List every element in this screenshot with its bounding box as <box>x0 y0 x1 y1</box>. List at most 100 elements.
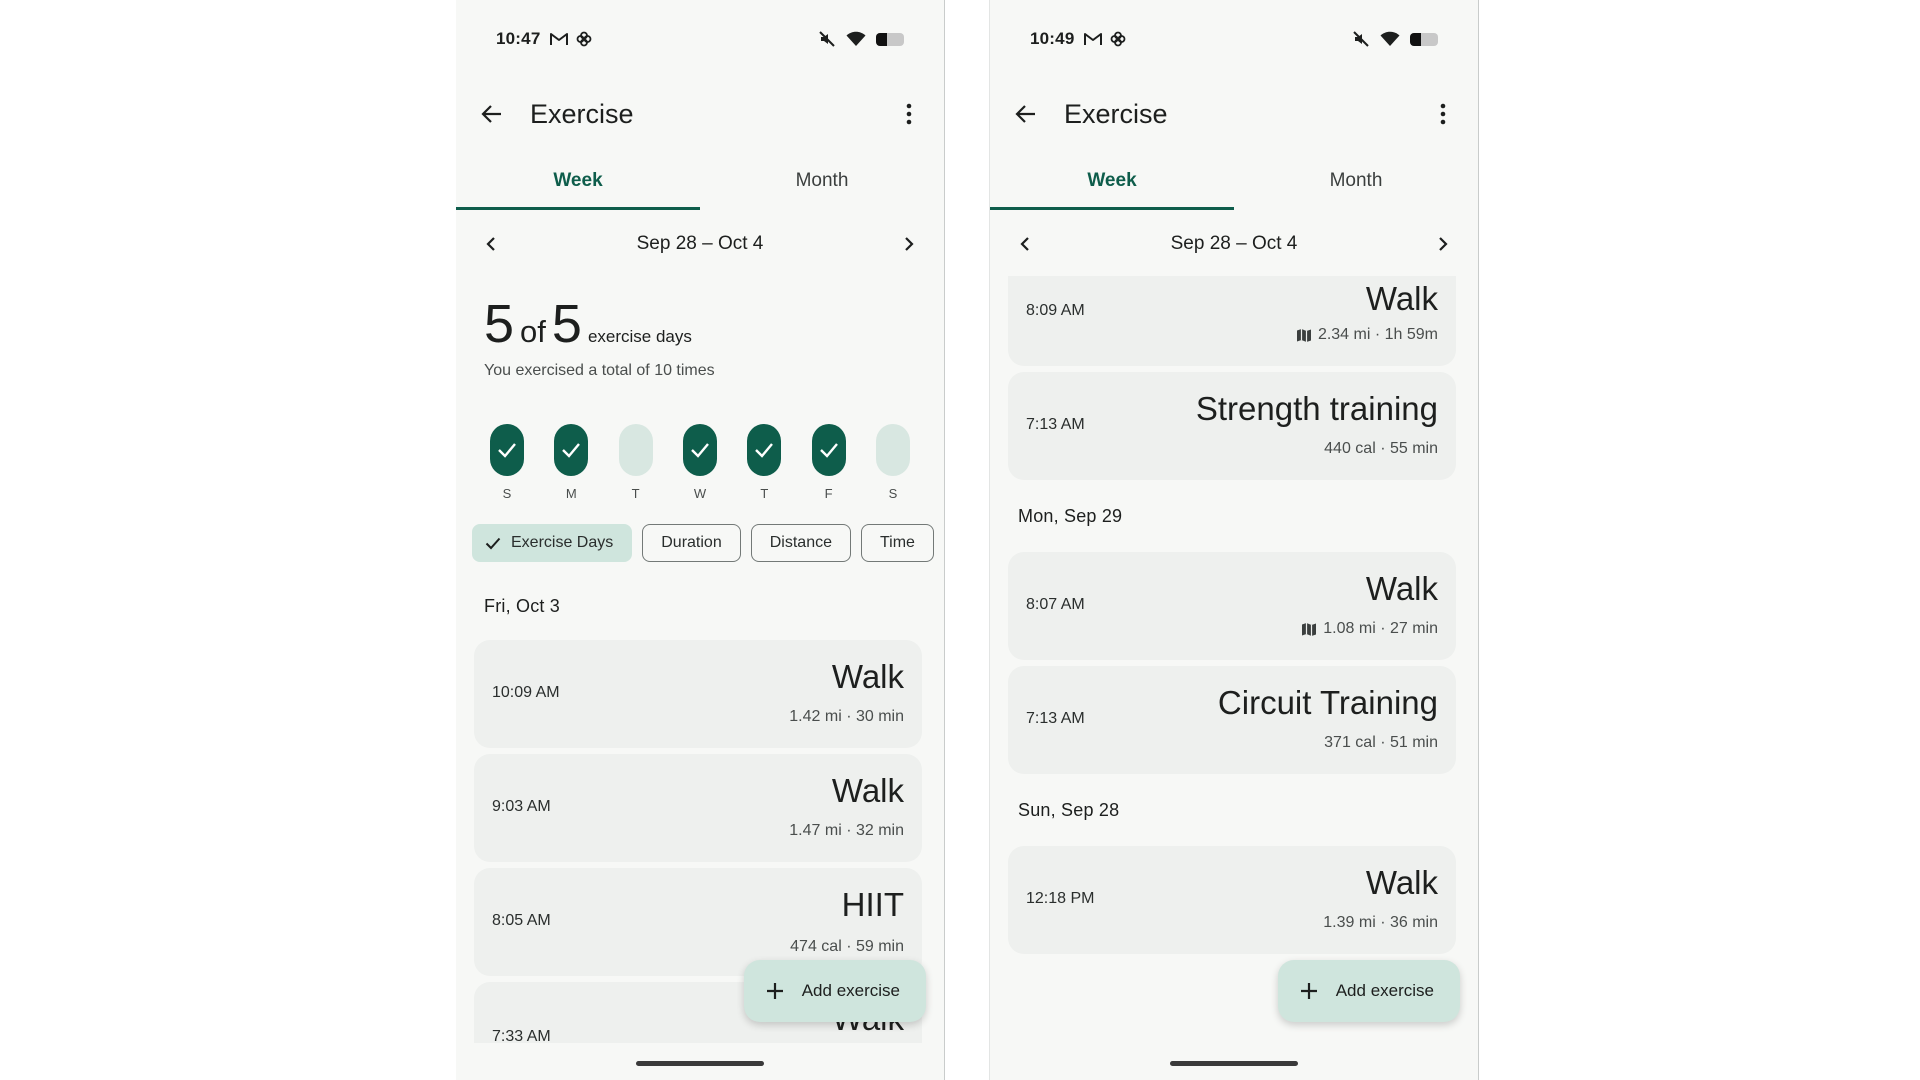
entry-name: Walk <box>1365 864 1438 901</box>
add-exercise-button[interactable]: Add exercise <box>743 960 926 1022</box>
back-button[interactable] <box>1010 98 1042 130</box>
pinwheel-icon <box>577 31 592 47</box>
chip-duration[interactable]: Duration <box>642 524 741 562</box>
add-exercise-label: Add exercise <box>801 981 900 1000</box>
pinwheel-icon <box>1111 31 1126 47</box>
check-icon <box>498 443 516 458</box>
entry-name: Strength training <box>1195 390 1438 427</box>
more-options-button[interactable] <box>894 99 924 129</box>
previous-week-button[interactable] <box>1010 229 1040 259</box>
entry-detail: 1.42 mi · 30 min <box>789 708 904 725</box>
day-letter: F <box>824 486 833 501</box>
back-arrow-icon <box>1015 105 1035 123</box>
section-heading-date: Sun, Sep 28 <box>1018 800 1120 820</box>
week-range-label: Sep 28 – Oct 4 <box>636 233 764 254</box>
day-tracker: S M T W T F S <box>490 424 910 501</box>
exercise-days-goal: 5 <box>551 294 582 354</box>
entry-name: Walk <box>1365 280 1438 317</box>
tab-month[interactable]: Month <box>700 166 944 210</box>
next-week-button[interactable] <box>894 229 924 259</box>
period-tabs: Week Month <box>456 166 944 210</box>
day-letter: W <box>693 486 707 501</box>
entry-detail: 1.39 mi · 36 min <box>1323 914 1438 931</box>
entry-detail: 440 cal · 55 min <box>1324 440 1438 457</box>
day-monday[interactable]: M <box>554 424 589 501</box>
period-tabs: Week Month <box>990 166 1478 210</box>
day-thursday[interactable]: T <box>747 424 782 501</box>
phone-screen-left: 10:47 Exercise Week Month Sep 28 – Oct 4 <box>456 0 945 1080</box>
exercise-entry[interactable]: 8:07 AM Walk 1.08 mi · 27 min <box>1008 552 1456 660</box>
entry-name: HIIT <box>841 886 904 923</box>
day-saturday[interactable]: S <box>875 424 910 501</box>
mute-icon <box>819 31 835 47</box>
exercise-entry[interactable]: 7:13 AM Strength training 440 cal · 55 m… <box>1008 372 1456 480</box>
exercise-entry[interactable]: 8:09 AM Walk 2.34 mi · 1h 59m <box>1008 276 1456 366</box>
next-week-button[interactable] <box>1428 229 1458 259</box>
day-pill-empty <box>618 424 653 476</box>
week-navigator: Sep 28 – Oct 4 <box>476 226 924 262</box>
entry-time: 12:18 PM <box>1026 890 1095 907</box>
section-heading-date: Mon, Sep 29 <box>1018 506 1123 526</box>
battery-icon <box>876 32 904 46</box>
tab-month[interactable]: Month <box>1234 166 1478 210</box>
day-letter: S <box>502 486 512 501</box>
chevron-left-icon <box>1020 237 1029 251</box>
back-button[interactable] <box>476 98 508 130</box>
entry-name: Walk <box>1365 570 1438 607</box>
more-vert-icon <box>1440 103 1446 125</box>
chip-distance[interactable]: Distance <box>750 524 851 562</box>
check-icon <box>485 537 501 549</box>
gesture-nav-handle[interactable] <box>1170 1061 1298 1066</box>
exercise-entry[interactable]: 7:13 AM Circuit Training 371 cal · 51 mi… <box>1008 666 1456 774</box>
tab-week[interactable]: Week <box>990 166 1234 210</box>
day-sunday[interactable]: S <box>490 424 524 501</box>
status-bar: 10:49 <box>1030 26 1438 52</box>
day-letter: T <box>760 486 769 501</box>
previous-week-button[interactable] <box>476 229 506 259</box>
of-word: of <box>520 314 546 349</box>
status-time: 10:47 <box>496 29 541 48</box>
summary-subtitle: You exercised a total of 10 times <box>484 362 715 379</box>
day-pill-done <box>682 424 717 476</box>
status-time: 10:49 <box>1030 29 1075 48</box>
day-letter: M <box>565 486 577 501</box>
day-wednesday[interactable]: W <box>682 424 717 501</box>
day-friday[interactable]: F <box>811 424 846 501</box>
chevron-left-icon <box>486 237 495 251</box>
entry-detail: 2.34 mi · 1h 59m <box>1317 326 1438 343</box>
add-exercise-button[interactable]: Add exercise <box>1277 960 1460 1022</box>
plus-icon <box>766 983 783 999</box>
gmail-icon <box>550 33 569 45</box>
wifi-icon <box>1380 31 1400 46</box>
chip-time[interactable]: Time <box>860 524 934 562</box>
exercise-entry[interactable]: 10:09 AM Walk 1.42 mi · 30 min <box>474 640 922 748</box>
entry-time: 9:03 AM <box>492 798 551 815</box>
entry-time: 7:13 AM <box>1026 416 1085 433</box>
chip-label: Duration <box>661 534 722 551</box>
more-options-button[interactable] <box>1428 99 1458 129</box>
day-tuesday[interactable]: T <box>618 424 653 501</box>
tab-week[interactable]: Week <box>456 166 700 210</box>
exercise-entry[interactable]: 12:18 PM Walk 1.39 mi · 36 min <box>1008 846 1456 954</box>
add-exercise-label: Add exercise <box>1335 981 1434 1000</box>
week-navigator: Sep 28 – Oct 4 <box>1010 226 1458 262</box>
gesture-nav-handle[interactable] <box>636 1061 764 1066</box>
entry-time: 8:05 AM <box>492 912 551 929</box>
entry-time: 8:09 AM <box>1026 302 1085 319</box>
day-letter: T <box>631 486 640 501</box>
chip-label: Distance <box>769 534 832 551</box>
status-bar: 10:47 <box>496 26 904 52</box>
entry-name: Walk <box>831 772 904 809</box>
gmail-icon <box>1084 33 1103 45</box>
exercise-entry[interactable]: 9:03 AM Walk 1.47 mi · 32 min <box>474 754 922 862</box>
map-icon <box>1296 328 1311 342</box>
exercise-days-done: 5 <box>484 294 515 354</box>
chip-label: Time <box>879 534 915 551</box>
section-heading-date: Fri, Oct 3 <box>484 596 561 616</box>
day-letter: S <box>888 486 898 501</box>
summary-unit: exercise days <box>587 327 692 346</box>
entry-time: 10:09 AM <box>492 684 560 701</box>
entry-time: 7:13 AM <box>1026 710 1085 727</box>
mute-icon <box>1353 31 1369 47</box>
chip-exercise-days[interactable]: Exercise Days <box>472 524 633 562</box>
